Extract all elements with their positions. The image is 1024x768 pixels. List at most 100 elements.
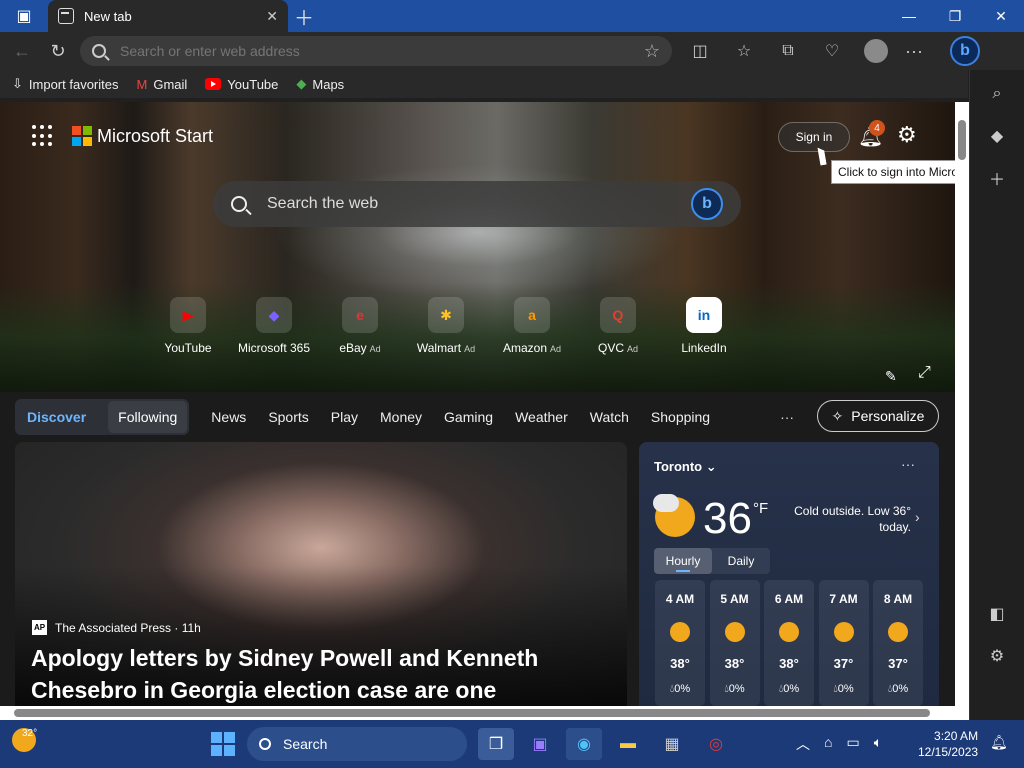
taskbar-search[interactable]: Search bbox=[247, 727, 467, 761]
quicklink-linkedin[interactable]: in LinkedIn bbox=[661, 297, 747, 355]
weather-card[interactable]: Toronto ⌄ ··· 36 °F Cold outside. Low 36… bbox=[639, 442, 939, 706]
microsoft-logo-icon bbox=[72, 126, 92, 146]
favorite-star-icon[interactable]: ☆ bbox=[644, 41, 660, 62]
tab-hourly[interactable]: Hourly bbox=[654, 548, 712, 574]
weather-note: Cold outside. Low 36° today. bbox=[794, 504, 911, 534]
vertical-scrollbar[interactable] bbox=[955, 102, 969, 706]
task-view-icon[interactable]: ❒ bbox=[478, 728, 514, 760]
quicklink-label: QVC Ad bbox=[597, 341, 639, 355]
hour-item[interactable]: 7 AM 37° 💧︎0% bbox=[818, 580, 869, 706]
add-icon[interactable]: ＋ bbox=[979, 160, 1015, 196]
nav-more-button[interactable]: ··· bbox=[780, 409, 794, 425]
favorite-label: Maps bbox=[312, 76, 345, 92]
store-icon[interactable]: ▦ bbox=[654, 728, 690, 760]
quicklink-amazon[interactable]: a Amazon Ad bbox=[489, 297, 575, 355]
address-bar[interactable]: ☆ bbox=[80, 36, 672, 66]
nav-sports[interactable]: Sports bbox=[268, 409, 308, 425]
notification-bell-icon[interactable]: 🔔︎ bbox=[990, 734, 1008, 751]
nav-play[interactable]: Play bbox=[331, 409, 358, 425]
quicklink-walmart[interactable]: ✱ Walmart Ad bbox=[403, 297, 489, 355]
ad-label: Ad bbox=[627, 344, 639, 354]
edge-icon[interactable]: ◉ bbox=[566, 728, 602, 760]
tab-following[interactable]: Following bbox=[108, 401, 188, 433]
back-button[interactable]: ← bbox=[6, 35, 38, 67]
scroll-thumb[interactable] bbox=[958, 120, 966, 160]
nav-gaming[interactable]: Gaming bbox=[444, 409, 493, 425]
collections-icon[interactable]: ⧉ bbox=[766, 35, 810, 67]
quicklink-qvc[interactable]: Q QVC Ad bbox=[575, 297, 661, 355]
address-input[interactable] bbox=[120, 43, 644, 59]
chrome-icon[interactable]: ◎ bbox=[698, 728, 734, 760]
page-settings-gear-icon[interactable]: ⚙ bbox=[897, 122, 917, 148]
personalize-button[interactable]: ✧ Personalize bbox=[817, 400, 939, 432]
volume-icon[interactable]: 🔈︎ bbox=[874, 734, 882, 754]
network-icon[interactable]: ⌂ bbox=[824, 734, 832, 754]
scroll-thumb[interactable] bbox=[14, 709, 930, 717]
expand-icon[interactable]: ⤢ bbox=[918, 364, 931, 382]
nav-shopping[interactable]: Shopping bbox=[651, 409, 710, 425]
news-source: AP The Associated Press · 11h bbox=[32, 620, 201, 635]
chevron-up-icon[interactable]: ︿ bbox=[796, 734, 810, 754]
copilot-sidebar-icon[interactable]: ◆ bbox=[979, 118, 1015, 154]
nav-watch[interactable]: Watch bbox=[590, 409, 629, 425]
new-tab-button[interactable]: ＋ bbox=[288, 0, 320, 32]
hour-item[interactable]: 5 AM 38° 💧︎0% bbox=[709, 580, 760, 706]
clock[interactable]: 3:20 AM 12/15/2023 bbox=[918, 728, 978, 760]
edit-background-icon[interactable]: ✎ bbox=[885, 368, 897, 385]
chevron-right-icon[interactable]: › bbox=[915, 509, 920, 525]
weather-more-icon[interactable]: ··· bbox=[901, 456, 915, 472]
weather-city[interactable]: Toronto ⌄ bbox=[654, 459, 717, 475]
nav-news[interactable]: News bbox=[211, 409, 246, 425]
restore-button[interactable]: ❐ bbox=[932, 0, 978, 32]
favorites-icon[interactable]: ☆ bbox=[722, 35, 766, 67]
favorite-maps[interactable]: ◆ Maps bbox=[296, 76, 344, 92]
search-icon bbox=[92, 44, 106, 58]
horizontal-scrollbar[interactable] bbox=[0, 706, 969, 720]
sign-in-button[interactable]: Sign in bbox=[778, 122, 850, 152]
news-headline[interactable]: Apology letters by Sidney Powell and Ken… bbox=[31, 642, 621, 706]
new-tab-page: Microsoft Start Sign in 🔔︎ 4 ⚙ Click to … bbox=[0, 102, 955, 706]
nav-money[interactable]: Money bbox=[380, 409, 422, 425]
teams-icon[interactable]: ▣ bbox=[522, 728, 558, 760]
quicklink-microsoft365[interactable]: ◆ Microsoft 365 bbox=[231, 297, 317, 355]
profile-avatar[interactable] bbox=[864, 39, 888, 63]
close-tab-icon[interactable]: ✕ bbox=[266, 8, 278, 25]
bing-chat-icon[interactable]: b bbox=[691, 188, 723, 220]
quicklink-ebay[interactable]: e eBay Ad bbox=[317, 297, 403, 355]
start-button-icon[interactable] bbox=[211, 732, 235, 756]
tab-daily[interactable]: Daily bbox=[712, 548, 770, 574]
quicklink-youtube[interactable]: ▶ YouTube bbox=[145, 297, 231, 355]
sparkle-icon: ✧ bbox=[831, 407, 844, 424]
hour-item[interactable]: 6 AM 38° 💧︎0% bbox=[764, 580, 814, 706]
hour-item[interactable]: 4 AM 38° 💧︎0% bbox=[655, 580, 705, 706]
import-icon: ⇩ bbox=[12, 76, 23, 91]
nav-weather[interactable]: Weather bbox=[515, 409, 568, 425]
favorite-youtube[interactable]: YouTube bbox=[205, 77, 278, 92]
tab-discover[interactable]: Discover bbox=[27, 409, 98, 425]
new-tab-page-icon bbox=[58, 8, 74, 24]
refresh-button[interactable]: ↻ bbox=[42, 35, 74, 67]
display-icon[interactable]: ▭ bbox=[846, 734, 859, 754]
close-window-button[interactable]: ✕ bbox=[978, 0, 1024, 32]
app-launcher-icon[interactable] bbox=[32, 125, 54, 147]
tab-new-tab[interactable]: New tab ✕ bbox=[48, 0, 288, 32]
current-temp: 36 bbox=[703, 494, 752, 543]
hide-sidebar-icon[interactable]: ◧ bbox=[979, 596, 1015, 632]
hour-item[interactable]: 8 AM 37° 💧︎0% bbox=[873, 580, 923, 706]
temp-unit[interactable]: °F bbox=[753, 500, 768, 517]
minimize-button[interactable]: — bbox=[886, 0, 932, 32]
brand-title[interactable]: Microsoft Start bbox=[97, 126, 213, 147]
browser-essentials-icon[interactable]: ♡ bbox=[810, 35, 854, 67]
split-screen-icon[interactable]: ◫ bbox=[678, 35, 722, 67]
sidebar-settings-icon[interactable]: ⚙ bbox=[979, 638, 1015, 674]
file-explorer-icon[interactable]: ▬ bbox=[610, 728, 646, 760]
favorite-import[interactable]: ⇩ Import favorites bbox=[12, 76, 119, 92]
copilot-icon[interactable]: b bbox=[950, 36, 980, 66]
search-icon[interactable]: ⌕ bbox=[979, 76, 1015, 112]
web-search-box[interactable]: Search the web b bbox=[213, 181, 741, 227]
news-card[interactable]: AP The Associated Press · 11h Apology le… bbox=[15, 442, 627, 706]
walmart-icon: ✱ bbox=[428, 297, 464, 333]
settings-more-icon[interactable]: ··· bbox=[898, 35, 930, 67]
tab-actions-icon[interactable]: ▣ bbox=[0, 0, 48, 32]
favorite-gmail[interactable]: M Gmail bbox=[137, 77, 188, 92]
